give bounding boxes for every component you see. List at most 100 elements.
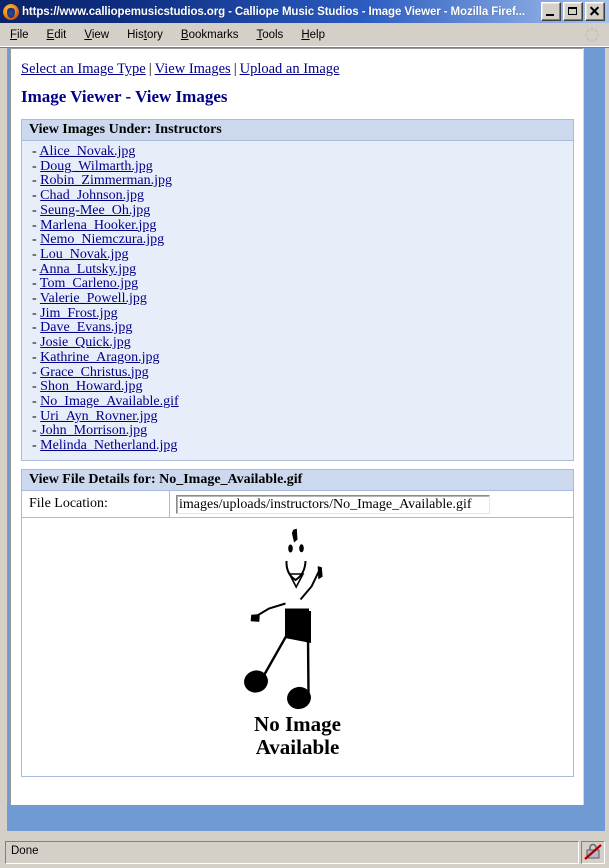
file-location-label: File Location: <box>22 491 170 517</box>
image-file-link[interactable]: Dave_Evans.jpg <box>40 320 132 336</box>
list-item-bullet: - <box>32 158 41 174</box>
image-file-link[interactable]: Robin_Zimmerman.jpg <box>40 173 172 189</box>
image-file-link[interactable]: Josie_Quick.jpg <box>40 335 131 350</box>
image-file-link[interactable]: Melinda_Netherland.jpg <box>40 438 177 453</box>
page-content: Select an Image Type | View Images | Upload … <box>10 48 583 805</box>
breadcrumb: Select an Image Type | View Images | Upload … <box>21 61 339 78</box>
image-file-link[interactable]: Kathrine_Aragon.jpg <box>40 350 159 365</box>
menu-item-history-rest: ory <box>146 28 163 41</box>
list-item-bullet: - <box>32 188 41 204</box>
image-file-link[interactable]: Lou_Novak.jpg <box>40 247 128 262</box>
list-item: - John_Morrison.jpg <box>32 424 573 439</box>
menu-item-file[interactable]: File <box>2 27 37 43</box>
security-status-button[interactable] <box>581 841 605 864</box>
file-location-input[interactable]: images/uploads/instructors/No_Image_Avai… <box>176 494 490 514</box>
chrome-bottom-edge <box>7 805 585 831</box>
image-file-link[interactable]: Uri_Ayn_Rovner.jpg <box>40 409 157 424</box>
list-item-bullet: - <box>32 246 41 262</box>
list-item-bullet: - <box>32 232 41 248</box>
menu-item-tools-rest: ools <box>262 28 284 41</box>
list-item: - Uri_Ayn_Rovner.jpg <box>32 408 573 425</box>
throbber-icon <box>584 27 600 43</box>
image-file-link[interactable]: Shon_Howard.jpg <box>40 379 142 394</box>
list-item: - Alice_Novak.jpg <box>32 144 573 160</box>
menu-item-edit-rest: dit <box>54 28 67 41</box>
browser-window: https://www.calliopemusicstudios.org - C… <box>0 0 609 868</box>
image-file-link[interactable]: Nemo_Niemczura.jpg <box>40 232 164 247</box>
menu-item-view-rest: iew <box>91 28 110 41</box>
image-file-link[interactable]: Tom_Carleno.jpg <box>40 276 138 291</box>
menu-item-help-rest: elp <box>309 28 325 41</box>
no-image-caption-line2: Available <box>255 735 340 759</box>
nav-link-select-image-type[interactable]: Select an Image Type <box>21 61 146 77</box>
image-file-link[interactable]: Seung-Mee_Oh.jpg <box>40 203 150 218</box>
menu-item-view[interactable]: View <box>76 27 117 43</box>
list-item: - Dave_Evans.jpg <box>32 321 573 336</box>
close-button[interactable] <box>585 2 605 21</box>
image-file-link[interactable]: Valerie_Powell.jpg <box>40 291 147 306</box>
menu-item-bookmarks-rest: ookmarks <box>188 28 239 41</box>
list-item: - Kathrine_Aragon.jpg <box>32 349 573 366</box>
image-file-link[interactable]: Doug_Wilmarth.jpg <box>40 159 153 174</box>
status-text: Done <box>5 841 579 864</box>
image-file-link[interactable]: No_Image_Available.gif <box>40 394 179 409</box>
view-images-section: View Images Under: Instructors - Alice_N… <box>21 119 574 461</box>
minimize-button[interactable] <box>541 2 561 21</box>
list-item-bullet: - <box>32 423 41 439</box>
menu-item-edit[interactable]: Edit <box>39 27 75 43</box>
nav-link-view-images[interactable]: View Images <box>155 61 231 77</box>
image-file-link[interactable]: Chad_Johnson.jpg <box>40 188 144 203</box>
menu-item-history[interactable]: History <box>119 27 171 43</box>
image-file-link[interactable]: Marlena_Hooker.jpg <box>40 218 156 233</box>
list-item: - Grace_Christus.jpg <box>32 365 573 381</box>
list-item-bullet: - <box>32 276 40 292</box>
menu-bar: File Edit View History Bookmarks Tools H… <box>0 23 609 47</box>
no-image-available-graphic: No Image Available <box>22 526 573 759</box>
list-item: - Melinda_Netherland.jpg <box>32 438 573 454</box>
image-file-link[interactable]: Alice_Novak.jpg <box>39 144 135 159</box>
image-file-link[interactable]: Jim_Frost.jpg <box>40 306 117 321</box>
list-item-bullet: - <box>32 408 41 424</box>
maximize-button[interactable] <box>563 2 583 21</box>
list-item: - Nemo_Niemczura.jpg <box>32 232 573 248</box>
image-file-link[interactable]: Grace_Christus.jpg <box>40 365 148 380</box>
list-item-bullet: - <box>32 349 41 365</box>
chrome-left-edge <box>4 48 8 831</box>
nav-separator-1: | <box>148 61 152 77</box>
list-item: - Valerie_Powell.jpg <box>32 291 573 307</box>
file-location-value-cell: images/uploads/instructors/No_Image_Avai… <box>170 494 573 514</box>
nav-separator-2: | <box>233 61 237 77</box>
menu-item-bookmarks[interactable]: Bookmarks <box>173 27 247 43</box>
view-images-section-header: View Images Under: Instructors <box>21 119 574 141</box>
image-file-list: - Alice_Novak.jpg - Doug_Wilmarth.jpg - Ro… <box>21 141 574 461</box>
no-image-caption-line1: No Image <box>254 712 341 736</box>
image-file-link[interactable]: John_Morrison.jpg <box>40 423 147 439</box>
list-item: - Anna_Lutsky.jpg <box>32 262 573 278</box>
close-icon <box>586 3 604 20</box>
window-right-border <box>605 48 609 838</box>
chrome-right-edge <box>583 48 606 831</box>
menu-item-tools[interactable]: Tools <box>248 27 291 43</box>
image-preview-panel: No Image Available <box>21 518 574 777</box>
list-item-bullet: - <box>32 438 41 454</box>
file-location-row: File Location: images/uploads/instructor… <box>21 491 574 518</box>
list-item-bullet: - <box>32 335 41 351</box>
list-item-bullet: - <box>32 217 41 233</box>
nav-link-upload-an-image[interactable]: Upload an Image <box>240 61 340 77</box>
maximize-icon <box>564 3 582 20</box>
minimize-icon <box>542 3 560 20</box>
list-item-bullet: - <box>32 202 41 218</box>
list-item-bullet: - <box>32 305 41 321</box>
list-item: - Seung-Mee_Oh.jpg <box>32 202 573 219</box>
file-details-section: View File Details for: No_Image_Availabl… <box>21 469 574 777</box>
list-item: - Marlena_Hooker.jpg <box>32 217 573 234</box>
list-item: - Chad_Johnson.jpg <box>32 188 573 204</box>
menu-item-help[interactable]: Help <box>293 27 333 43</box>
list-item: - Josie_Quick.jpg <box>32 335 573 351</box>
file-details-section-header: View File Details for: No_Image_Availabl… <box>21 469 574 491</box>
image-file-link[interactable]: Anna_Lutsky.jpg <box>39 262 136 277</box>
list-item: - Tom_Carleno.jpg <box>32 276 573 292</box>
list-item: - Doug_Wilmarth.jpg <box>32 158 573 175</box>
no-image-caption: No Image Available <box>254 713 341 759</box>
music-note-figure-icon <box>243 528 323 710</box>
